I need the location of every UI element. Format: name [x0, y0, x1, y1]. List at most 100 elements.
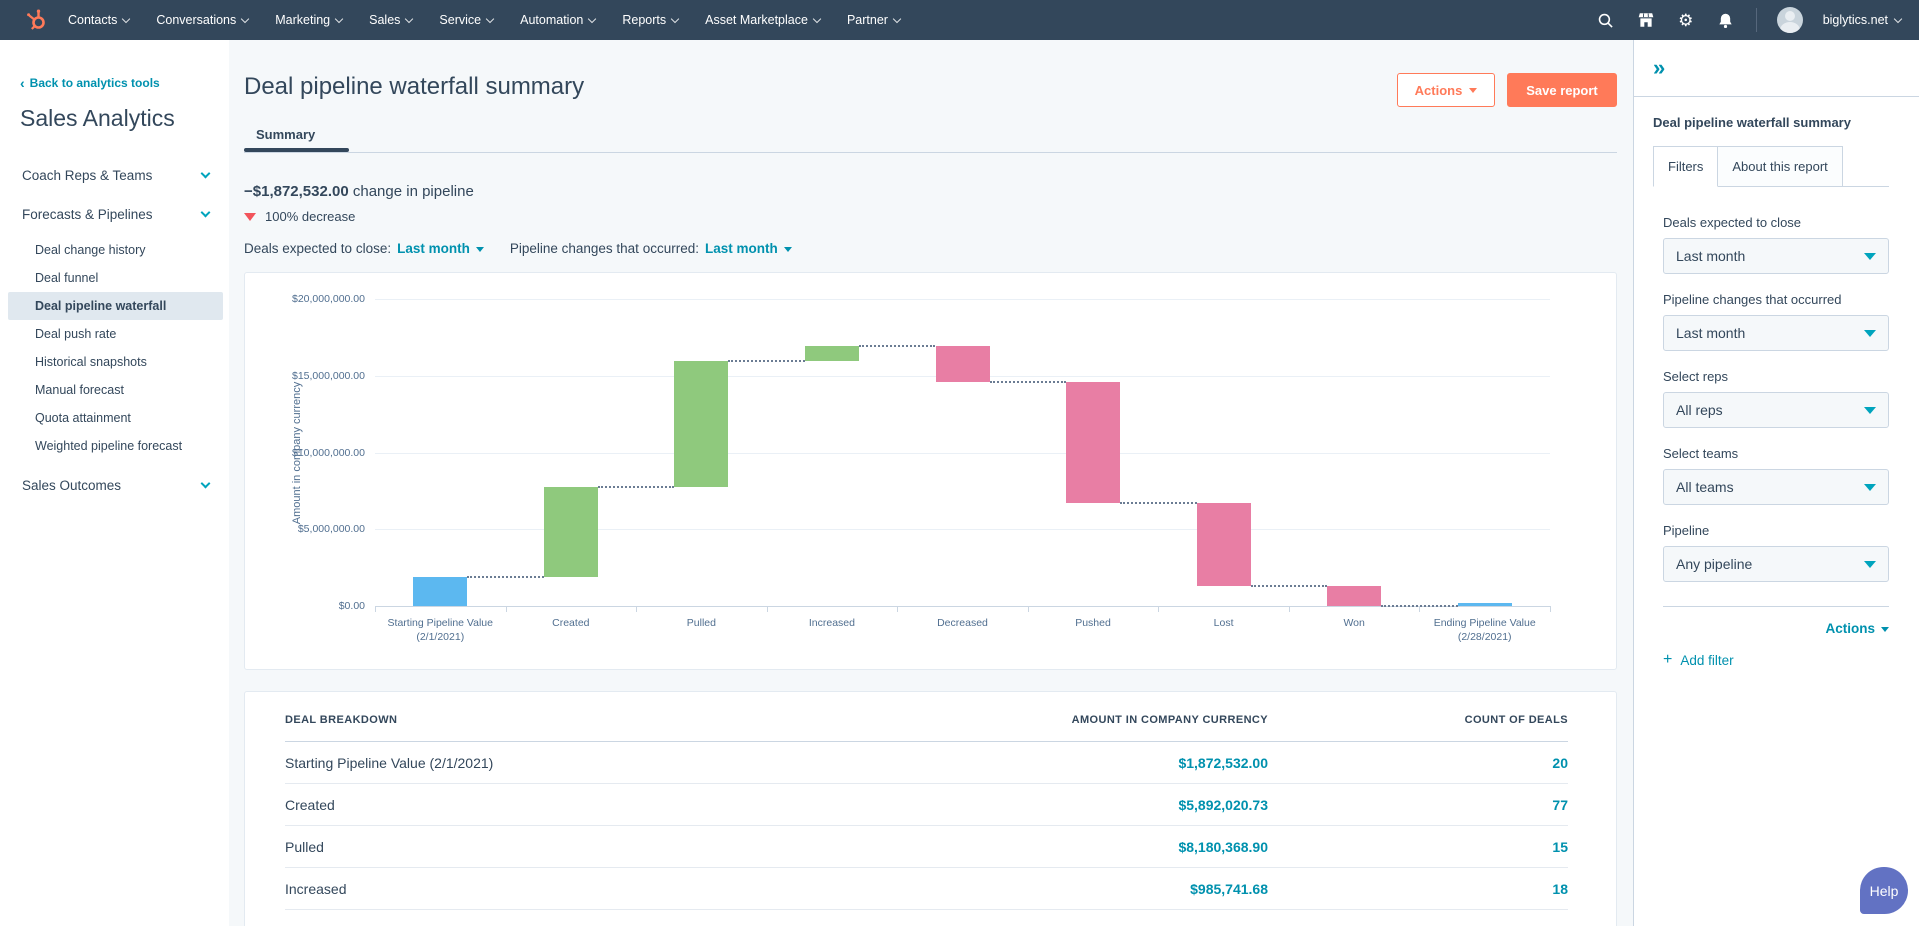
row-amount-link[interactable]: $5,892,020.73 — [968, 797, 1268, 813]
help-button[interactable]: Help — [1860, 867, 1908, 914]
sidebar-section-label: Forecasts & Pipelines — [22, 207, 153, 222]
sidebar-item-manual-forecast[interactable]: Manual forecast — [8, 376, 223, 404]
table-row: Increased$985,741.6818 — [285, 868, 1568, 910]
nav-item-conversations[interactable]: Conversations — [156, 13, 248, 27]
row-amount-link[interactable]: $8,180,368.90 — [968, 839, 1268, 855]
x-axis-tick — [1289, 606, 1290, 612]
row-count-link[interactable]: 20 — [1268, 755, 1568, 771]
settings-gear-icon[interactable]: ⚙ — [1676, 10, 1696, 30]
nav-item-reports[interactable]: Reports — [622, 13, 678, 27]
main-content: Deal pipeline waterfall summary Actions … — [229, 40, 1633, 926]
sidebar-item-deal-pipeline-waterfall[interactable]: Deal pipeline waterfall — [8, 292, 223, 320]
nav-item-marketing[interactable]: Marketing — [275, 13, 342, 27]
sidebar-item-weighted-pipeline-forecast[interactable]: Weighted pipeline forecast — [8, 432, 223, 460]
decrease-label: 100% decrease — [265, 209, 355, 224]
waterfall-bar-lost[interactable] — [1197, 503, 1251, 586]
search-icon[interactable] — [1596, 10, 1616, 30]
filter-select-pipeline-changes-that-occurred[interactable]: Last month — [1663, 315, 1889, 351]
nav-item-automation[interactable]: Automation — [520, 13, 595, 27]
hubspot-logo-icon[interactable] — [24, 7, 50, 33]
row-amount-link[interactable]: $1,872,532.00 — [968, 755, 1268, 771]
table-header-cell: DEAL BREAKDOWN — [285, 714, 968, 726]
add-filter-button[interactable]: + Add filter — [1663, 652, 1889, 668]
nav-item-sales[interactable]: Sales — [369, 13, 412, 27]
filter-select-select-teams[interactable]: All teams — [1663, 469, 1889, 505]
row-count-link[interactable]: 77 — [1268, 797, 1568, 813]
panel-tab-about-this-report[interactable]: About this report — [1718, 146, 1842, 187]
caret-down-icon — [1864, 407, 1876, 414]
panel-tab-filters[interactable]: Filters — [1653, 146, 1718, 187]
nav-item-contacts[interactable]: Contacts — [68, 13, 129, 27]
panel-actions-dropdown[interactable]: Actions — [1825, 621, 1889, 636]
nav-item-label: Service — [439, 13, 481, 27]
waterfall-bar-starting-pipeline-value-2-1-2021-[interactable] — [413, 577, 467, 606]
waterfall-bar-created[interactable] — [544, 487, 598, 577]
row-count-link[interactable]: 18 — [1268, 881, 1568, 897]
sidebar-item-historical-snapshots[interactable]: Historical snapshots — [8, 348, 223, 376]
filter-select-deals-expected-to-close[interactable]: Last month — [1663, 238, 1889, 274]
row-count-link[interactable]: 14 — [1268, 923, 1568, 926]
row-amount-link[interactable]: $2,340,455.15 — [968, 923, 1268, 926]
x-axis-tick — [1028, 606, 1029, 612]
account-menu[interactable]: biglytics.net — [1823, 13, 1901, 27]
filter2-dropdown[interactable]: Last month — [705, 241, 792, 256]
x-axis-tick — [1550, 606, 1551, 612]
gridline — [375, 453, 1550, 454]
nav-item-service[interactable]: Service — [439, 13, 493, 27]
back-link-label: Back to analytics tools — [30, 76, 160, 90]
nav-item-asset-marketplace[interactable]: Asset Marketplace — [705, 13, 820, 27]
chevron-down-icon — [122, 14, 130, 22]
nav-item-partner[interactable]: Partner — [847, 13, 900, 27]
sidebar-section-toggle-coach-reps-teams[interactable]: Coach Reps & Teams — [20, 156, 211, 195]
notifications-bell-icon[interactable] — [1716, 10, 1736, 30]
x-axis-tick — [375, 606, 376, 612]
collapse-panel-icon[interactable]: » — [1653, 57, 1665, 79]
sidebar-section-toggle-forecasts-pipelines[interactable]: Forecasts & Pipelines — [20, 195, 211, 234]
deal-breakdown-table: DEAL BREAKDOWNAMOUNT IN COMPANY CURRENCY… — [244, 691, 1617, 926]
waterfall-bar-pushed[interactable] — [1066, 382, 1120, 503]
sidebar-section-toggle-sales-outcomes[interactable]: Sales Outcomes — [20, 466, 211, 505]
actions-button-label: Actions — [1415, 83, 1463, 98]
waterfall-bar-pulled[interactable] — [674, 361, 728, 487]
y-axis-tick-label: $10,000,000.00 — [245, 447, 365, 459]
sidebar-item-deal-change-history[interactable]: Deal change history — [8, 236, 223, 264]
chevron-down-icon — [813, 14, 821, 22]
row-amount-link[interactable]: $985,741.68 — [968, 881, 1268, 897]
table-row: Created$5,892,020.7377 — [285, 784, 1568, 826]
panel-filter-list: Deals expected to closeLast monthPipelin… — [1653, 187, 1889, 582]
back-to-analytics-link[interactable]: ‹ Back to analytics tools — [20, 76, 211, 90]
decrease-triangle-icon — [244, 213, 256, 221]
waterfall-bar-won[interactable] — [1327, 586, 1381, 606]
sidebar-item-deal-push-rate[interactable]: Deal push rate — [8, 320, 223, 348]
nav-item-label: Reports — [622, 13, 666, 27]
waterfall-bar-ending-pipeline-value-2-28-2021-[interactable] — [1458, 603, 1512, 606]
filter-select-select-reps[interactable]: All reps — [1663, 392, 1889, 428]
sidebar-item-quota-attainment[interactable]: Quota attainment — [8, 404, 223, 432]
chevron-down-icon — [486, 14, 494, 22]
y-axis-tick-label: $5,000,000.00 — [245, 523, 365, 535]
chevron-down-icon — [201, 479, 211, 489]
primary-nav: Contacts Conversations Marketing Sales Servi… — [68, 13, 900, 27]
caret-down-icon — [1864, 253, 1876, 260]
chevron-down-icon — [201, 169, 211, 179]
save-report-button[interactable]: Save report — [1507, 73, 1617, 107]
filter-select-pipeline[interactable]: Any pipeline — [1663, 546, 1889, 582]
filters-panel: » Deal pipeline waterfall summary Filter… — [1633, 40, 1919, 926]
row-label: Pulled — [285, 839, 968, 855]
row-label: Decreased — [285, 923, 968, 926]
row-count-link[interactable]: 15 — [1268, 839, 1568, 855]
waterfall-connector — [1381, 605, 1458, 607]
waterfall-connector — [1251, 585, 1328, 587]
user-avatar[interactable] — [1777, 7, 1803, 33]
nav-item-label: Conversations — [156, 13, 236, 27]
sidebar-item-deal-funnel[interactable]: Deal funnel — [8, 264, 223, 292]
waterfall-bar-increased[interactable] — [805, 346, 859, 361]
x-axis-tick — [1158, 606, 1159, 612]
chevron-down-icon — [335, 14, 343, 22]
active-tab-underline — [244, 148, 349, 152]
table-header-cell: AMOUNT IN COMPANY CURRENCY — [968, 714, 1268, 726]
waterfall-bar-decreased[interactable] — [936, 346, 990, 382]
actions-button[interactable]: Actions — [1397, 73, 1495, 107]
marketplace-icon[interactable] — [1636, 10, 1656, 30]
filter1-dropdown[interactable]: Last month — [397, 241, 484, 256]
